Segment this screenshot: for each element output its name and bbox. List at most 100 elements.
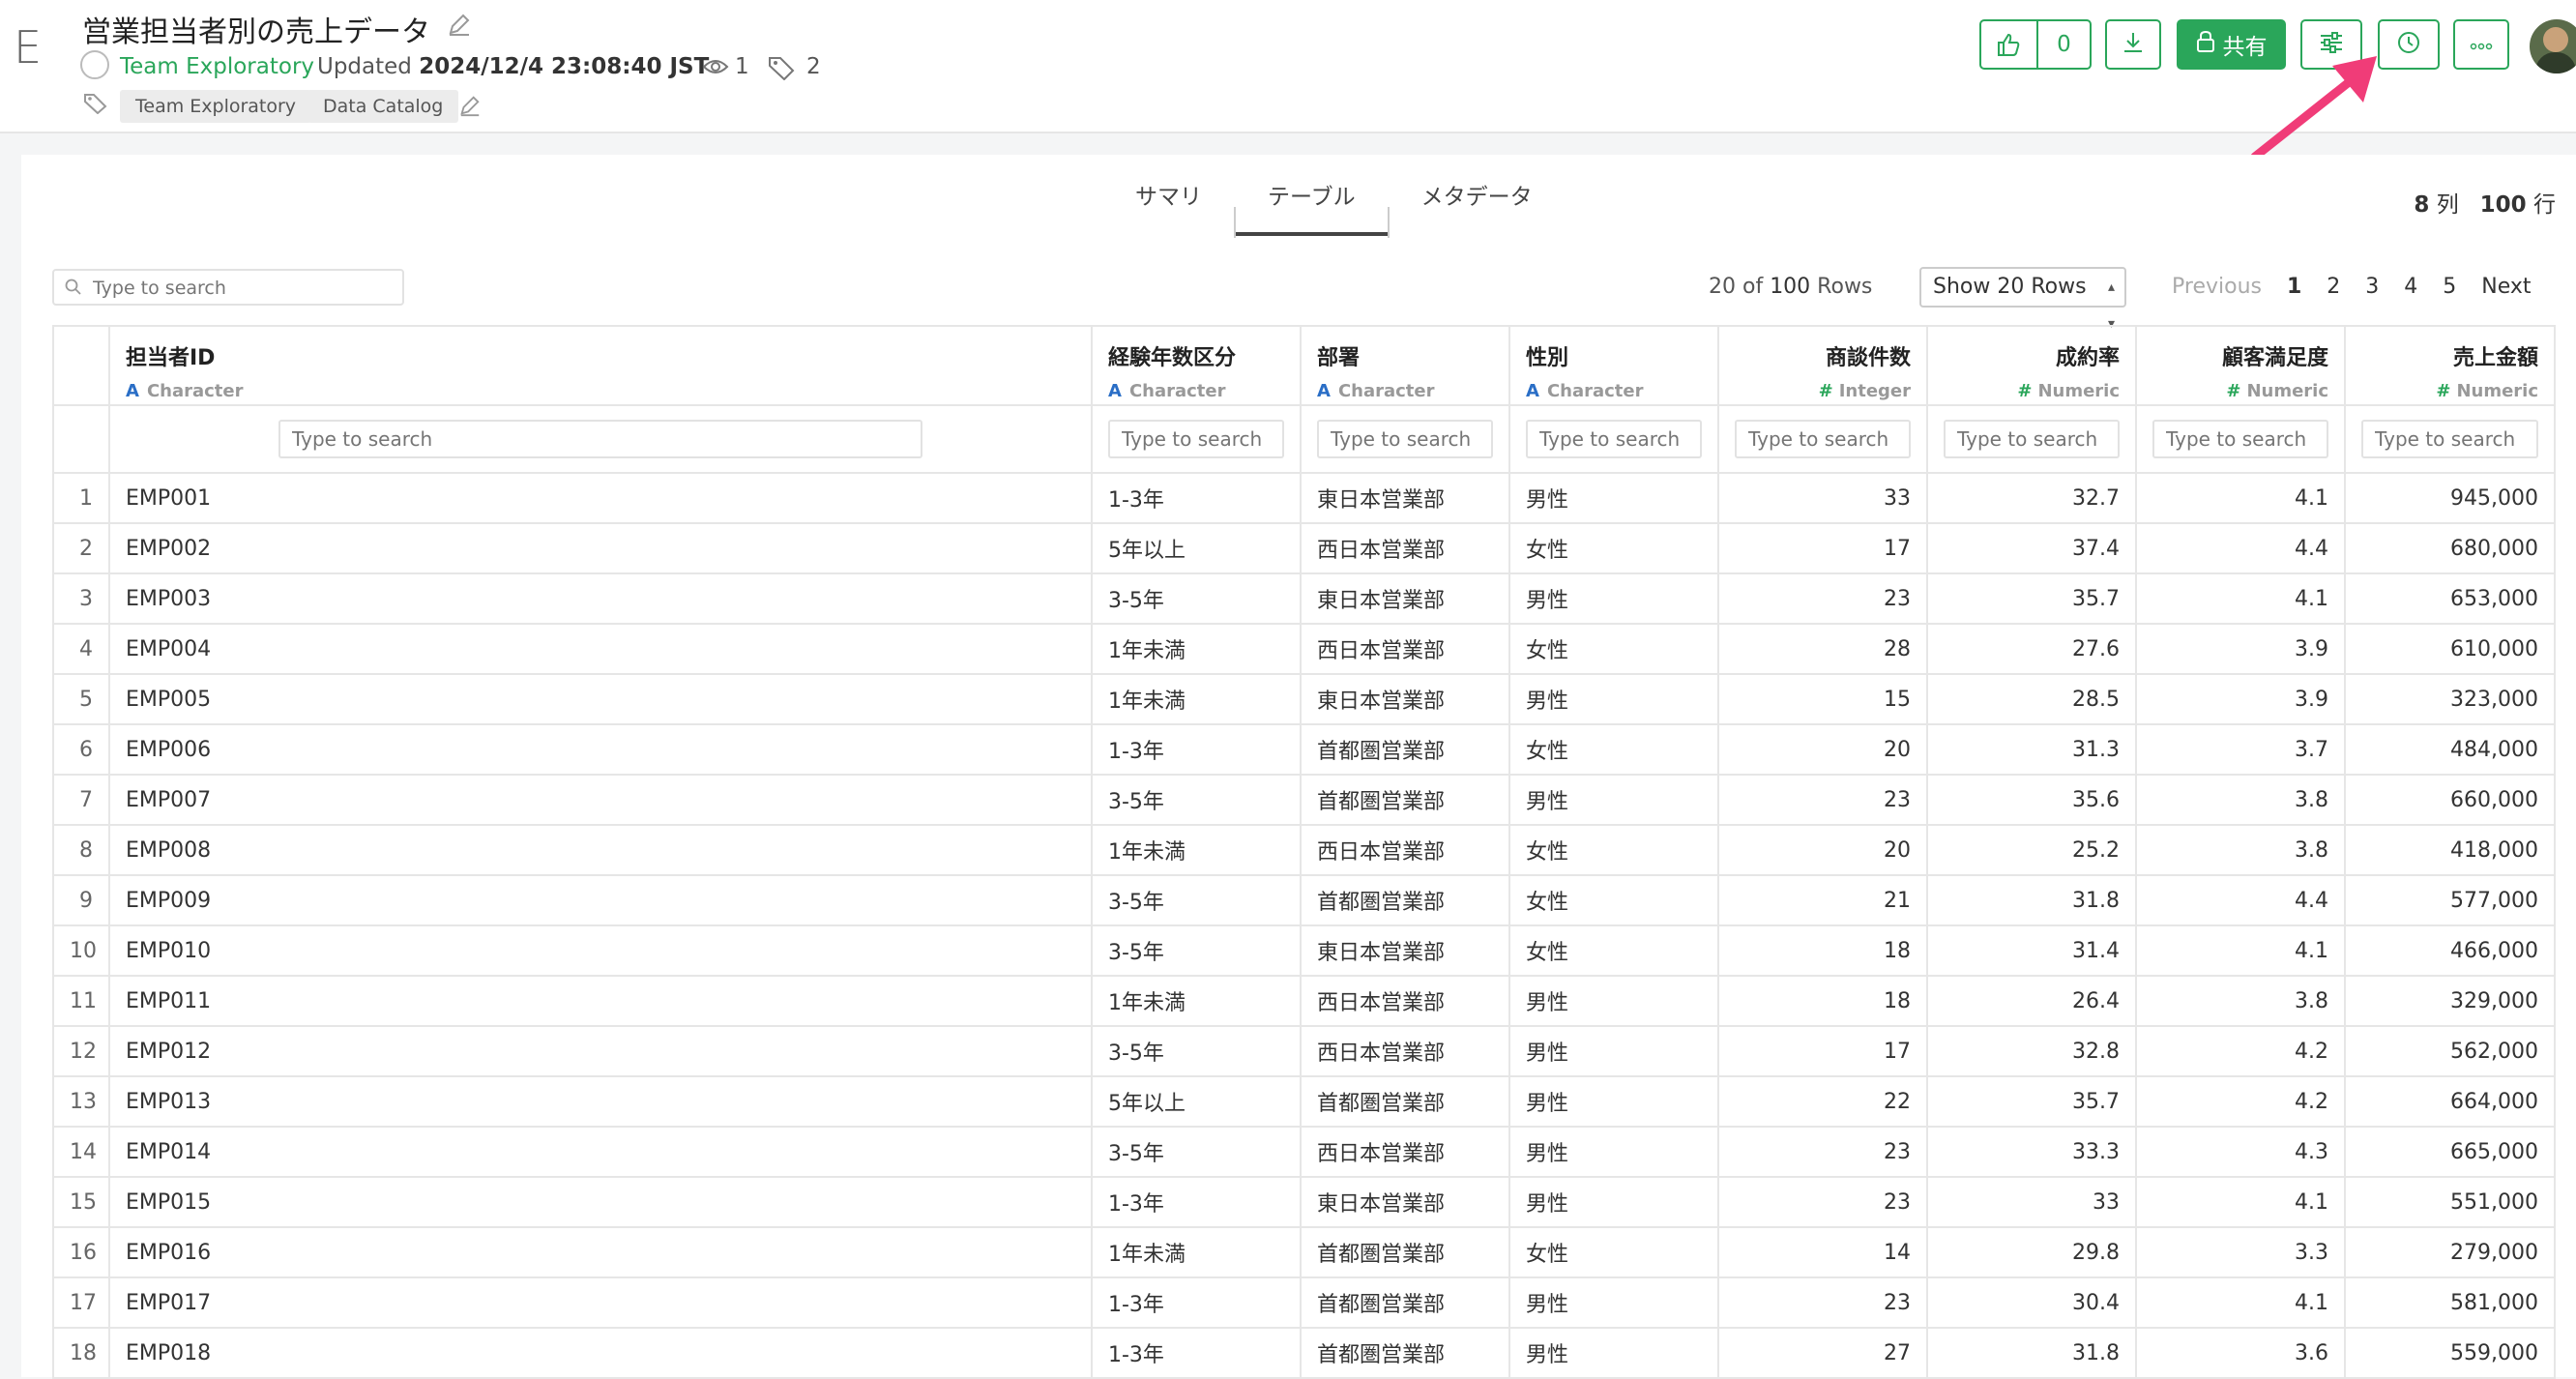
download-button[interactable] xyxy=(2105,19,2161,70)
table-row[interactable]: 13 EMP013 5年以上 首都圏営業部 男性 22 35.7 4.2 664,000 xyxy=(52,1075,2556,1128)
cell-close-rate: 25.2 xyxy=(1926,824,2137,876)
column-filter-input[interactable] xyxy=(278,420,922,458)
cell-deals: 28 xyxy=(1717,623,1928,675)
app-logo[interactable]: E xyxy=(14,21,42,73)
global-search-input[interactable] xyxy=(91,273,385,304)
cell-satisfaction: 4.2 xyxy=(2135,1075,2346,1128)
column-header[interactable]: 担当者ID A Character xyxy=(108,325,1093,406)
tag-chip-data-catalog[interactable]: Data Catalog xyxy=(307,90,459,123)
cell-rep-id: EMP005 xyxy=(108,673,1093,725)
column-filter-input[interactable] xyxy=(1317,420,1493,458)
numeric-type-icon: # xyxy=(2436,381,2451,401)
tab-summary[interactable]: サマリ xyxy=(1103,174,1234,236)
column-header[interactable]: 経験年数区分 A Character xyxy=(1091,325,1302,406)
cell-satisfaction: 4.1 xyxy=(2135,572,2346,625)
column-filter-input[interactable] xyxy=(1944,420,2120,458)
user-avatar[interactable] xyxy=(2530,19,2576,73)
thumbs-up-icon xyxy=(1981,21,2038,68)
cell-gender: 女性 xyxy=(1508,522,1719,574)
page-button-2[interactable]: 2 xyxy=(2327,275,2340,299)
next-page-button[interactable]: Next xyxy=(2481,275,2531,299)
global-search[interactable] xyxy=(52,269,404,306)
column-header[interactable]: 商談件数 # Integer xyxy=(1717,325,1928,406)
tab-metadata[interactable]: メタデータ xyxy=(1390,174,1565,236)
cell-satisfaction: 3.8 xyxy=(2135,975,2346,1027)
team-link[interactable]: Team Exploratory xyxy=(120,54,314,79)
cell-deals: 14 xyxy=(1717,1226,1928,1278)
table-row[interactable]: 16 EMP016 1年未満 首都圏営業部 女性 14 29.8 3.3 279,000 xyxy=(52,1226,2556,1278)
updated-timestamp: 2024/12/4 23:08:40 JST xyxy=(419,54,710,79)
table-row[interactable]: 2 EMP002 5年以上 西日本営業部 女性 17 37.4 4.4 680,000 xyxy=(52,522,2556,574)
cell-rep-id: EMP014 xyxy=(108,1126,1093,1178)
cell-deals: 23 xyxy=(1717,1176,1928,1228)
column-header[interactable]: 性別 A Character xyxy=(1508,325,1719,406)
column-filter-input[interactable] xyxy=(1526,420,1702,458)
page-size-select[interactable]: Show 20 Rows ▴ ▾ xyxy=(1919,267,2126,332)
table-row[interactable]: 1 EMP001 1-3年 東日本営業部 男性 33 32.7 4.1 945,000 xyxy=(52,472,2556,524)
page-button-3[interactable]: 3 xyxy=(2365,275,2379,299)
row-index: 8 xyxy=(52,824,110,876)
table-row[interactable]: 9 EMP009 3-5年 首都圏営業部 女性 21 31.8 4.4 577,000 xyxy=(52,874,2556,926)
column-header[interactable]: 部署 A Character xyxy=(1300,325,1510,406)
numeric-type-icon: # xyxy=(2226,381,2241,401)
cell-close-rate: 30.4 xyxy=(1926,1276,2137,1329)
table-row[interactable]: 6 EMP006 1-3年 首都圏営業部 女性 20 31.3 3.7 484,000 xyxy=(52,723,2556,776)
column-type: # Numeric xyxy=(2361,381,2538,401)
cell-deals: 18 xyxy=(1717,924,1928,977)
more-dots-icon xyxy=(2470,36,2493,54)
filter-cell xyxy=(1717,405,1928,474)
row-index: 2 xyxy=(52,522,110,574)
cell-rep-id: EMP006 xyxy=(108,723,1093,776)
cell-satisfaction: 3.9 xyxy=(2135,673,2346,725)
table-row[interactable]: 12 EMP012 3-5年 西日本営業部 男性 17 32.8 4.2 562,000 xyxy=(52,1025,2556,1077)
edit-title-icon[interactable] xyxy=(447,12,472,41)
column-filter-input[interactable] xyxy=(1108,420,1284,458)
row-total: 100 xyxy=(2479,192,2527,218)
column-filter-input[interactable] xyxy=(1735,420,1911,458)
column-filter-input[interactable] xyxy=(2152,420,2328,458)
cell-satisfaction: 4.4 xyxy=(2135,874,2346,926)
cell-satisfaction: 4.1 xyxy=(2135,1276,2346,1329)
cell-sales: 610,000 xyxy=(2344,623,2556,675)
previous-page-button[interactable]: Previous xyxy=(2172,275,2262,299)
page-button-5[interactable]: 5 xyxy=(2443,275,2456,299)
cell-close-rate: 31.4 xyxy=(1926,924,2137,977)
table-row[interactable]: 18 EMP018 1-3年 首都圏営業部 男性 27 31.8 3.6 559,000 xyxy=(52,1327,2556,1379)
column-header[interactable]: 成約率 # Numeric xyxy=(1926,325,2137,406)
column-filter-input[interactable] xyxy=(2361,420,2538,458)
page-button-4[interactable]: 4 xyxy=(2404,275,2417,299)
table-row[interactable]: 14 EMP014 3-5年 西日本営業部 男性 23 33.3 4.3 665,000 xyxy=(52,1126,2556,1178)
table-row[interactable]: 11 EMP011 1年未満 西日本営業部 男性 18 26.4 3.8 329,000 xyxy=(52,975,2556,1027)
table-row[interactable]: 15 EMP015 1-3年 東日本営業部 男性 23 33 4.1 551,000 xyxy=(52,1176,2556,1228)
row-index: 9 xyxy=(52,874,110,926)
table-row[interactable]: 7 EMP007 3-5年 首都圏営業部 男性 23 35.6 3.8 660,000 xyxy=(52,774,2556,826)
cell-close-rate: 29.8 xyxy=(1926,1226,2137,1278)
table-row[interactable]: 4 EMP004 1年未満 西日本営業部 女性 28 27.6 3.9 610,000 xyxy=(52,623,2556,675)
column-name: 成約率 xyxy=(2055,346,2120,370)
cell-close-rate: 35.7 xyxy=(1926,1075,2137,1128)
column-type-label: Character xyxy=(1128,381,1226,401)
column-type-label: Character xyxy=(1337,381,1435,401)
header-bar: E 営業担当者別の売上データ Team Exploratory Updated … xyxy=(0,0,2576,133)
cell-gender: 女性 xyxy=(1508,1226,1719,1278)
edit-tags-icon[interactable] xyxy=(458,94,482,121)
cell-department: 西日本営業部 xyxy=(1300,1025,1510,1077)
column-header[interactable]: 売上金額 # Numeric xyxy=(2344,325,2556,406)
more-options-button[interactable] xyxy=(2453,19,2509,70)
table-body: 1 EMP001 1-3年 東日本営業部 男性 33 32.7 4.1 945,000 2 EMP0… xyxy=(52,472,2556,1379)
column-header[interactable]: 顧客満足度 # Numeric xyxy=(2135,325,2346,406)
table-row[interactable]: 8 EMP008 1年未満 西日本営業部 女性 20 25.2 3.8 418,000 xyxy=(52,824,2556,876)
cell-sales: 945,000 xyxy=(2344,472,2556,524)
table-row[interactable]: 17 EMP017 1-3年 首都圏営業部 男性 23 30.4 4.1 581,000 xyxy=(52,1276,2556,1329)
filter-cell xyxy=(1300,405,1510,474)
tab-table[interactable]: テーブル xyxy=(1236,174,1388,236)
table-row[interactable]: 3 EMP003 3-5年 東日本営業部 男性 23 35.7 4.1 653,000 xyxy=(52,572,2556,625)
tag-chip-team-exploratory[interactable]: Team Exploratory xyxy=(120,90,312,123)
like-button[interactable]: 0 xyxy=(1979,19,2092,70)
table-row[interactable]: 10 EMP010 3-5年 東日本営業部 女性 18 31.4 4.1 466,000 xyxy=(52,924,2556,977)
page-button-1[interactable]: 1 xyxy=(2287,275,2301,299)
cell-sales: 680,000 xyxy=(2344,522,2556,574)
cell-experience: 1年未満 xyxy=(1091,623,1302,675)
table-row[interactable]: 5 EMP005 1年未満 東日本営業部 男性 15 28.5 3.9 323,000 xyxy=(52,673,2556,725)
cell-rep-id: EMP007 xyxy=(108,774,1093,826)
